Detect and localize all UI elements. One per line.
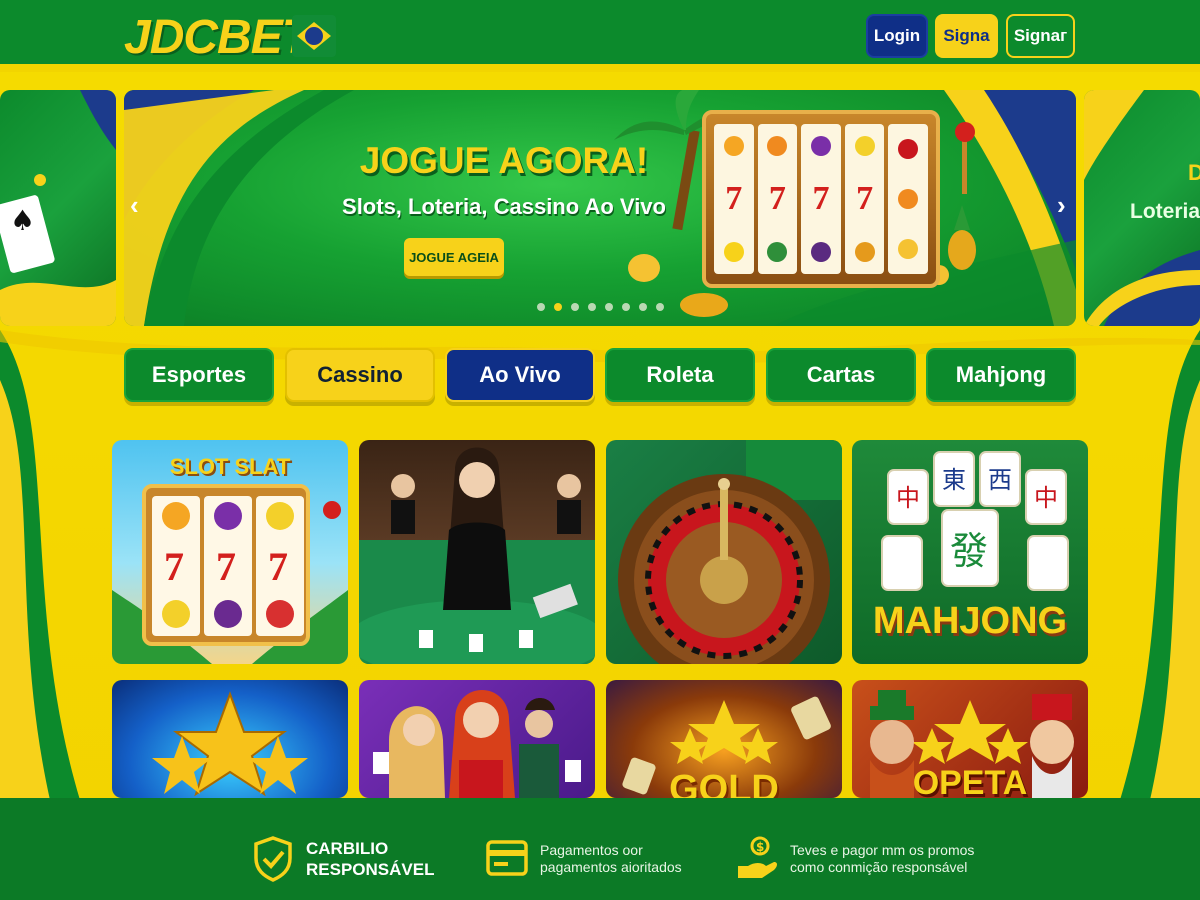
next-slide-subtitle: Loteria [1130, 200, 1200, 223]
svg-text:中: 中 [1034, 484, 1058, 512]
promos-line-2: como conmição responsável [790, 859, 968, 875]
hero-banner[interactable]: 7 7 7 7 JOGUE AGORA! Slots, Loteria, Cas… [124, 90, 1076, 326]
game-tile-poker[interactable] [359, 680, 595, 798]
game-tile-stars[interactable] [112, 680, 348, 798]
game-tile-gold[interactable]: GOLD [606, 680, 842, 798]
game-title: GOLD [669, 768, 779, 798]
site-logo[interactable]: JDCBET [124, 10, 311, 65]
carousel-dot[interactable] [605, 303, 613, 311]
shield-check-icon [254, 836, 292, 882]
tab-roleta[interactable]: Roleta [605, 348, 755, 402]
svg-text:中: 中 [896, 484, 920, 512]
game-tile-roulette[interactable] [606, 440, 842, 664]
game-tile-mahjong[interactable]: 中 東 西 中 發 MAHJONG [852, 440, 1088, 664]
chevron-left-icon[interactable]: ‹ [130, 190, 139, 221]
tab-cartas[interactable]: Cartas [766, 348, 916, 402]
carousel-dots [537, 303, 664, 311]
carousel-dot-active[interactable] [554, 303, 562, 311]
promos-line-1: Teves e pagor mm os promos [790, 841, 975, 858]
login-button[interactable]: Login [866, 14, 928, 58]
tab-mahjong[interactable]: Mahjong [926, 348, 1076, 402]
footer-responsible[interactable]: CARBILIO RESPONSÁVEL [252, 836, 434, 882]
game-tile-live-blackjack[interactable] [359, 440, 595, 664]
signup-button[interactable]: Signa [935, 14, 998, 58]
register-button[interactable]: Signaг [1006, 14, 1075, 58]
svg-text:♠: ♠ [10, 204, 35, 237]
svg-text:7: 7 [268, 544, 288, 589]
responsible-line-2: RESPONSÁVEL [306, 860, 435, 879]
slot-machine-illustration: 7 7 7 7 [702, 110, 940, 288]
carousel-dot[interactable] [639, 303, 647, 311]
game-tile-slot-slat[interactable]: 7 7 7 SLOT SLAT [112, 440, 348, 664]
responsible-line-1: CARBILIO [306, 838, 389, 858]
stars-art [152, 691, 308, 797]
tab-cassino[interactable]: Cassino [285, 348, 435, 402]
responsible-gaming-text: CARBILIO RESPONSÁVEL [306, 838, 434, 881]
svg-text:西: 西 [988, 466, 1012, 494]
banner-play-button[interactable]: JOGUE AGEIA [404, 238, 504, 276]
banner-subtitle: Slots, Loteria, Cassino Ao Vivo [342, 194, 666, 219]
payments-line-2: pagamentos aioritados [540, 859, 682, 875]
game-title: SLOT SLAT [169, 454, 291, 479]
carousel-next-slide[interactable]: D Loteria [1084, 90, 1200, 326]
hand-coin-icon: $ [738, 836, 777, 878]
chevron-right-icon[interactable]: › [1057, 190, 1066, 221]
slot-lever-icon [955, 122, 975, 194]
tab-ao-vivo[interactable]: Ao Vivo [445, 348, 595, 402]
credit-card-icon [486, 840, 528, 876]
svg-text:$: $ [756, 840, 764, 854]
carousel-dot[interactable] [588, 303, 596, 311]
payments-text: Pagamentos oor pagamentos aioritados [540, 842, 682, 877]
banner-title: JOGUE AGORA! [359, 140, 649, 181]
svg-text:東: 東 [942, 466, 966, 494]
game-title: OPETA [912, 764, 1028, 798]
carousel-dot[interactable] [571, 303, 579, 311]
carousel-dot[interactable] [622, 303, 630, 311]
tab-esportes[interactable]: Esportes [124, 348, 274, 402]
carousel-dot[interactable] [656, 303, 664, 311]
prev-slide-art: ♠ [0, 90, 116, 326]
poker-players-art [373, 690, 581, 798]
game-tile-opeta[interactable]: OPETA [852, 680, 1088, 798]
promos-text: Teves e pagor mm os promos como conmição… [790, 842, 974, 877]
next-slide-title: D [1188, 160, 1200, 185]
svg-text:發: 發 [950, 529, 988, 573]
footer-payments[interactable]: Pagamentos oor pagamentos aioritados [486, 836, 682, 882]
svg-text:7: 7 [164, 544, 184, 589]
carousel-dot[interactable] [537, 303, 545, 311]
carousel-prev-slide[interactable]: ♠ [0, 90, 116, 326]
roulette-wheel-art [618, 440, 842, 664]
live-dealer-art [359, 447, 595, 664]
top-header: JDCBET Login Signa Signaг [0, 0, 1200, 72]
payments-line-1: Pagamentos oor [540, 841, 643, 858]
game-title: MAHJONG [872, 600, 1068, 642]
svg-text:7: 7 [216, 544, 236, 589]
footer-promos[interactable]: $ Teves e pagor mm os promos como conmiç… [736, 836, 974, 882]
brazil-flag-icon [292, 15, 336, 57]
